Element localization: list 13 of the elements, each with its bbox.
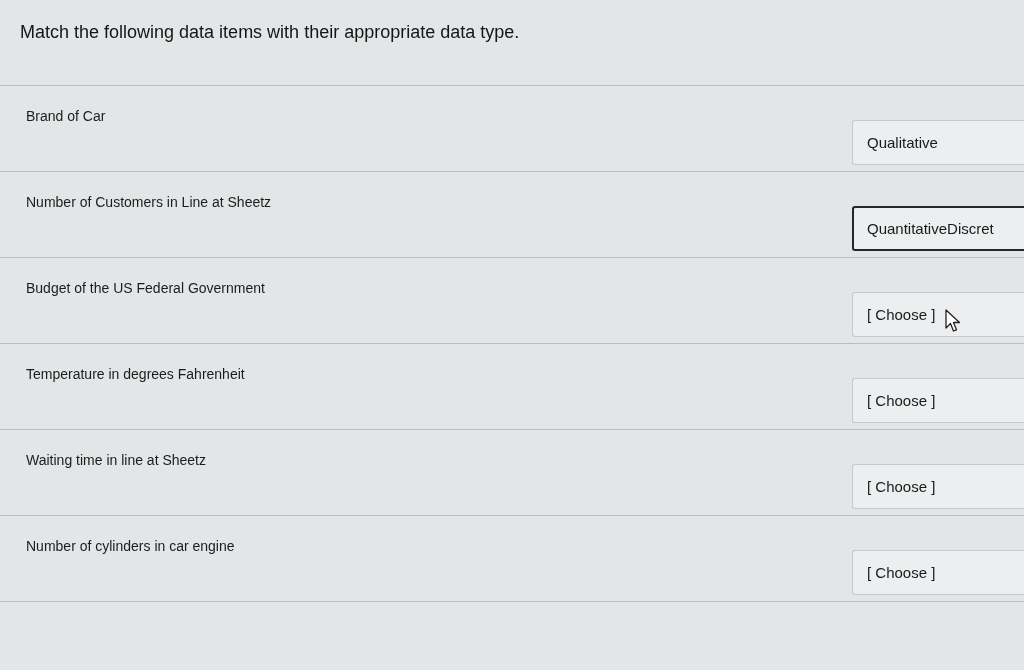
item-prompt: Brand of Car: [26, 108, 106, 124]
answer-dropdown[interactable]: [ Choose ]: [852, 292, 1024, 337]
answer-dropdown[interactable]: [ Choose ]: [852, 550, 1024, 595]
answer-dropdown[interactable]: QuantitativeDiscret: [852, 206, 1024, 251]
item-prompt: Temperature in degrees Fahrenheit: [26, 366, 245, 382]
answer-dropdown[interactable]: Qualitative: [852, 120, 1024, 165]
item-prompt: Budget of the US Federal Government: [26, 280, 265, 296]
answer-dropdown[interactable]: [ Choose ]: [852, 378, 1024, 423]
item-prompt: Waiting time in line at Sheetz: [26, 452, 206, 468]
item-prompt: Number of Customers in Line at Sheetz: [26, 194, 272, 210]
item-prompt: Number of cylinders in car engine: [26, 538, 235, 554]
answer-dropdown[interactable]: [ Choose ]: [852, 464, 1024, 509]
question-title: Match the following data items with their appropriate data type.: [20, 22, 520, 43]
